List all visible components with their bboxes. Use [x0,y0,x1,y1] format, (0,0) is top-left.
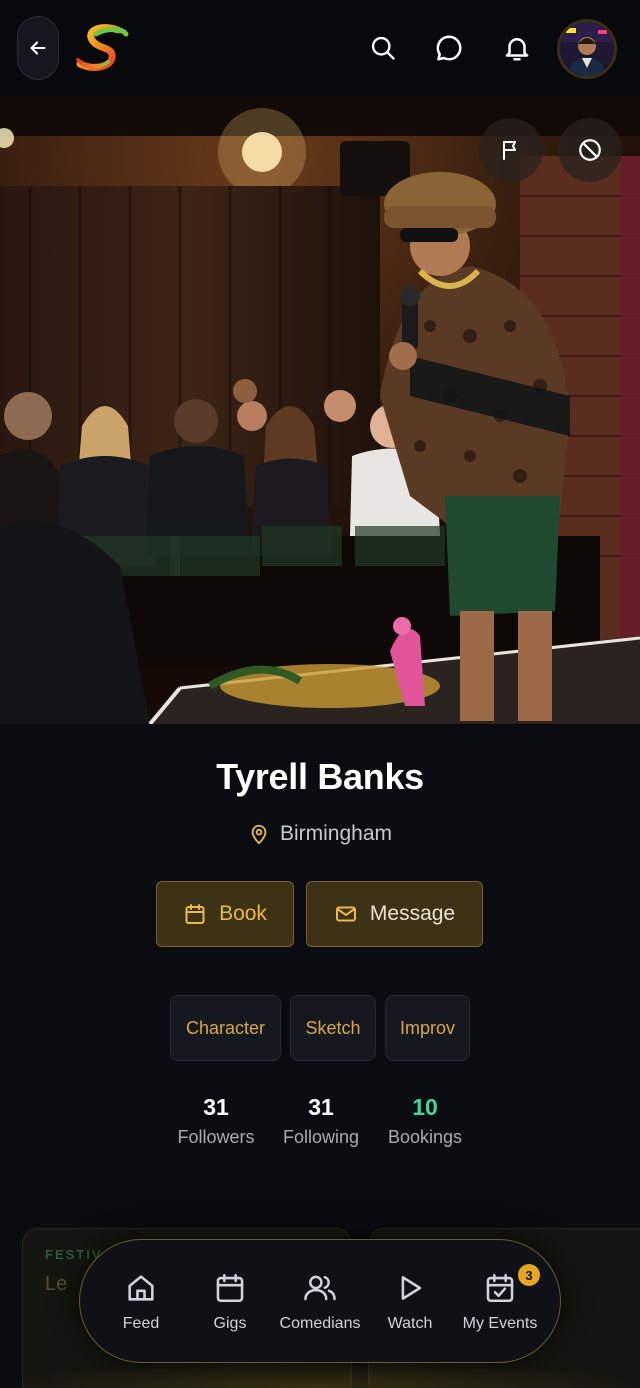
tag-label: Character [185,1017,266,1038]
location-text: Birmingham [279,822,393,845]
arrow-left-icon [30,41,46,55]
calendar-check-icon [486,1273,514,1303]
bell-icon [505,38,529,61]
nav-my-events[interactable]: My Events 3 [452,1240,548,1364]
block-icon [579,139,601,161]
profile-cover-photo [0,96,640,724]
nav-gigs[interactable]: Gigs [194,1240,266,1364]
top-bar [0,0,640,96]
report-button[interactable] [479,118,543,182]
bottom-navigation: Feed Gigs Comedians Watch My Events 3 [79,1239,561,1363]
nav-watch[interactable]: Watch [374,1240,446,1364]
event-card-title: Le [45,1273,68,1295]
chat-bubble-icon [436,35,462,61]
message-button[interactable]: Message [306,881,483,947]
notification-badge: 3 [518,1264,540,1286]
stat-following[interactable]: 31 Following [266,1094,376,1148]
search-icon [371,36,395,60]
home-icon [128,1275,154,1301]
message-label: Message [369,902,456,925]
followers-count: 31 [203,1094,229,1120]
map-pin-icon [251,824,267,845]
users-icon [304,1275,336,1301]
stat-followers[interactable]: 31 Followers [161,1094,271,1148]
calendar-icon [185,904,205,924]
tag-sketch[interactable]: Sketch [290,995,376,1061]
bookings-count: 10 [412,1094,438,1120]
nav-label: Watch [387,1315,433,1332]
search-button[interactable] [361,26,405,70]
nav-feed[interactable]: Feed [102,1240,180,1364]
block-button[interactable] [558,118,622,182]
flag-icon [503,141,516,160]
book-button[interactable]: Book [156,881,294,947]
stat-bookings[interactable]: 10 Bookings [370,1094,480,1148]
messages-button[interactable] [427,26,471,70]
following-label: Following [282,1127,360,1147]
app-logo[interactable] [72,22,132,74]
mail-icon [335,906,356,922]
calendar-icon [216,1273,244,1303]
bookings-label: Bookings [387,1127,463,1147]
avatar-image [560,22,614,76]
nav-label: My Events [462,1315,538,1332]
tag-label: Improv [399,1017,455,1038]
notifications-button[interactable] [495,26,539,70]
book-label: Book [219,902,267,925]
play-icon [401,1276,422,1300]
comedian-name: Tyrell Banks [216,756,424,797]
user-avatar[interactable] [557,19,617,79]
tag-improv[interactable]: Improv [385,995,470,1061]
tag-label: Sketch [305,1017,361,1038]
location: Birmingham [0,822,640,846]
comedy-stage-scene [0,96,640,724]
nav-label: Feed [122,1315,160,1332]
following-count: 31 [308,1094,334,1120]
nav-label: Gigs [213,1315,247,1332]
bottom-glow [0,1360,640,1388]
followers-label: Followers [177,1127,255,1147]
nav-label: Comedians [279,1315,361,1332]
back-button[interactable] [17,16,59,80]
nav-comedians[interactable]: Comedians [272,1240,368,1364]
tag-character[interactable]: Character [170,995,281,1061]
